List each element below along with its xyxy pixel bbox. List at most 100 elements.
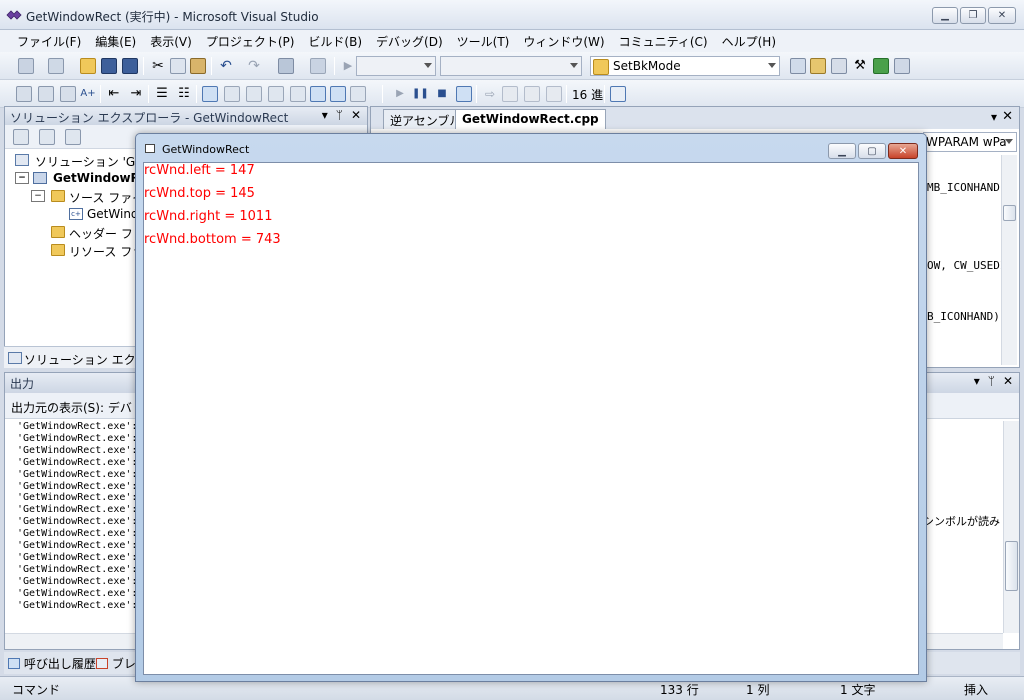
- continue-icon[interactable]: ▶: [392, 86, 408, 102]
- close-document-icon[interactable]: ✕: [1002, 109, 1013, 124]
- find-combo-value: SetBkMode: [613, 59, 681, 73]
- output-source-combo[interactable]: デバ: [108, 401, 132, 415]
- child-minimize-button[interactable]: ▁: [828, 143, 856, 159]
- output-vertical-scrollbar[interactable]: [1003, 421, 1019, 633]
- tab-breakpoints[interactable]: ブレ: [96, 655, 136, 672]
- refresh-icon[interactable]: [39, 129, 55, 145]
- breakpoints-window-icon[interactable]: [610, 86, 626, 102]
- navigate-backward-icon[interactable]: [278, 58, 294, 74]
- pin-icon[interactable]: ᛘ: [988, 374, 995, 388]
- child-title-bar[interactable]: GetWindowRect: [136, 134, 926, 162]
- clear-bookmarks-icon[interactable]: [350, 86, 366, 102]
- break-all-icon[interactable]: ❚❚: [412, 86, 429, 102]
- panel-dropdown-icon[interactable]: ▾: [322, 108, 328, 122]
- collapse-icon[interactable]: −: [15, 172, 29, 184]
- solution-explorer-tab[interactable]: ソリューション エクス: [4, 346, 147, 368]
- show-properties-icon[interactable]: [13, 129, 29, 145]
- open-file-icon[interactable]: [80, 58, 96, 74]
- view-code-icon[interactable]: [65, 129, 81, 145]
- output-line: 'GetWindowRect.exe':: [17, 432, 138, 444]
- increase-indent-icon[interactable]: ⇥: [128, 86, 144, 102]
- add-item-icon[interactable]: [48, 58, 64, 74]
- copy-icon[interactable]: [170, 58, 186, 74]
- prev-bookmark-icon[interactable]: [224, 86, 240, 102]
- output-title: 出力: [10, 377, 35, 391]
- command-window-icon[interactable]: [894, 58, 910, 74]
- call-stack-icon: [8, 658, 20, 669]
- cut-icon[interactable]: ✂: [150, 58, 166, 74]
- child-maximize-button[interactable]: ▢: [858, 143, 886, 159]
- toggle-bookmark-icon[interactable]: [202, 86, 218, 102]
- member-combo[interactable]: WPARAM wPa: [923, 132, 1017, 152]
- solution-explorer-icon[interactable]: [810, 58, 826, 74]
- show-next-statement-icon[interactable]: ⇨: [482, 86, 498, 102]
- standard-toolbar: ✂ ↶ ↷ ▶ SetBkMode ⚒: [0, 52, 1024, 80]
- new-project-icon[interactable]: [18, 58, 34, 74]
- next-bookmark-icon[interactable]: [246, 86, 262, 102]
- find-icon[interactable]: [790, 58, 806, 74]
- menu-tools[interactable]: ツール(T): [450, 33, 517, 50]
- tab-getwindowrect-cpp[interactable]: GetWindowRect.cpp: [455, 109, 606, 129]
- collapse-icon[interactable]: −: [31, 190, 45, 202]
- editor-scroll-thumb[interactable]: [1003, 205, 1016, 221]
- tab-call-stack[interactable]: 呼び出し履歴: [8, 655, 96, 672]
- next-bookmark-folder-icon[interactable]: [290, 86, 306, 102]
- solution-platform-combo[interactable]: [440, 56, 582, 76]
- save-all-icon[interactable]: [122, 58, 138, 74]
- pin-icon[interactable]: ᛘ: [336, 108, 343, 122]
- menu-window[interactable]: ウィンドウ(W): [516, 33, 611, 50]
- menu-debug[interactable]: デバッグ(D): [369, 33, 450, 50]
- step-into-icon[interactable]: [502, 86, 518, 102]
- menu-project[interactable]: プロジェクト(P): [199, 33, 302, 50]
- panel-close-icon[interactable]: ✕: [1003, 374, 1013, 388]
- uncomment-icon[interactable]: ☷: [176, 86, 192, 102]
- comment-icon[interactable]: ☰: [154, 86, 170, 102]
- panel-dropdown-icon[interactable]: ▾: [974, 374, 980, 388]
- prev-bookmark-doc-icon[interactable]: [310, 86, 326, 102]
- start-page-icon[interactable]: [873, 58, 889, 74]
- toolbox-icon[interactable]: ⚒: [852, 58, 868, 74]
- hex-display-toggle[interactable]: 16 進: [572, 86, 603, 103]
- solution-config-combo[interactable]: [356, 56, 436, 76]
- menu-help[interactable]: ヘルプ(H): [715, 33, 783, 50]
- paste-icon[interactable]: [190, 58, 206, 74]
- tab-list-dropdown-icon[interactable]: ▾: [991, 110, 997, 124]
- status-message: コマンド: [12, 683, 61, 697]
- properties-icon[interactable]: [831, 58, 847, 74]
- child-close-button[interactable]: ✕: [888, 143, 918, 159]
- redo-icon[interactable]: ↷: [246, 58, 262, 74]
- object-members-icon[interactable]: [16, 86, 32, 102]
- code-fragment: B_ICONHAND): [927, 310, 1000, 323]
- menu-community[interactable]: コミュニティ(C): [612, 33, 715, 50]
- minimize-button[interactable]: ▁: [932, 7, 958, 24]
- menu-view[interactable]: 表示(V): [143, 33, 199, 50]
- stop-debugging-icon[interactable]: ■: [434, 86, 450, 102]
- restart-icon[interactable]: [456, 86, 472, 102]
- quick-info-icon[interactable]: [60, 86, 76, 102]
- panel-close-icon[interactable]: ✕: [351, 108, 361, 122]
- output-line: 'GetWindowRect.exe':: [17, 456, 138, 468]
- decrease-indent-icon[interactable]: ⇤: [106, 86, 122, 102]
- undo-icon[interactable]: ↶: [218, 58, 234, 74]
- close-button[interactable]: ✕: [988, 7, 1016, 24]
- editor-vertical-scrollbar[interactable]: [1001, 155, 1017, 365]
- maximize-button[interactable]: ❐: [960, 7, 986, 24]
- parameter-info-icon[interactable]: [38, 86, 54, 102]
- save-icon[interactable]: [101, 58, 117, 74]
- menu-build[interactable]: ビルド(B): [301, 33, 369, 50]
- rect-right-text: rcWnd.right = 1011: [144, 209, 273, 224]
- navigate-forward-icon[interactable]: [310, 58, 326, 74]
- getwindowrect-window[interactable]: GetWindowRect ▁ ▢ ✕ rcWnd.left = 147 rcW…: [135, 133, 927, 682]
- prev-bookmark-folder-icon[interactable]: [268, 86, 284, 102]
- step-over-icon[interactable]: [524, 86, 540, 102]
- rect-left-text: rcWnd.left = 147: [144, 163, 255, 178]
- menu-file[interactable]: ファイル(F): [10, 33, 88, 50]
- next-bookmark-doc-icon[interactable]: [330, 86, 346, 102]
- menu-edit[interactable]: 編集(E): [88, 33, 143, 50]
- find-combo[interactable]: SetBkMode: [590, 56, 780, 76]
- minimize-icon: ▁: [941, 10, 949, 21]
- complete-word-icon[interactable]: A+: [80, 86, 96, 102]
- start-debug-icon[interactable]: ▶: [340, 58, 356, 74]
- step-out-icon[interactable]: [546, 86, 562, 102]
- output-scroll-thumb[interactable]: [1005, 541, 1018, 591]
